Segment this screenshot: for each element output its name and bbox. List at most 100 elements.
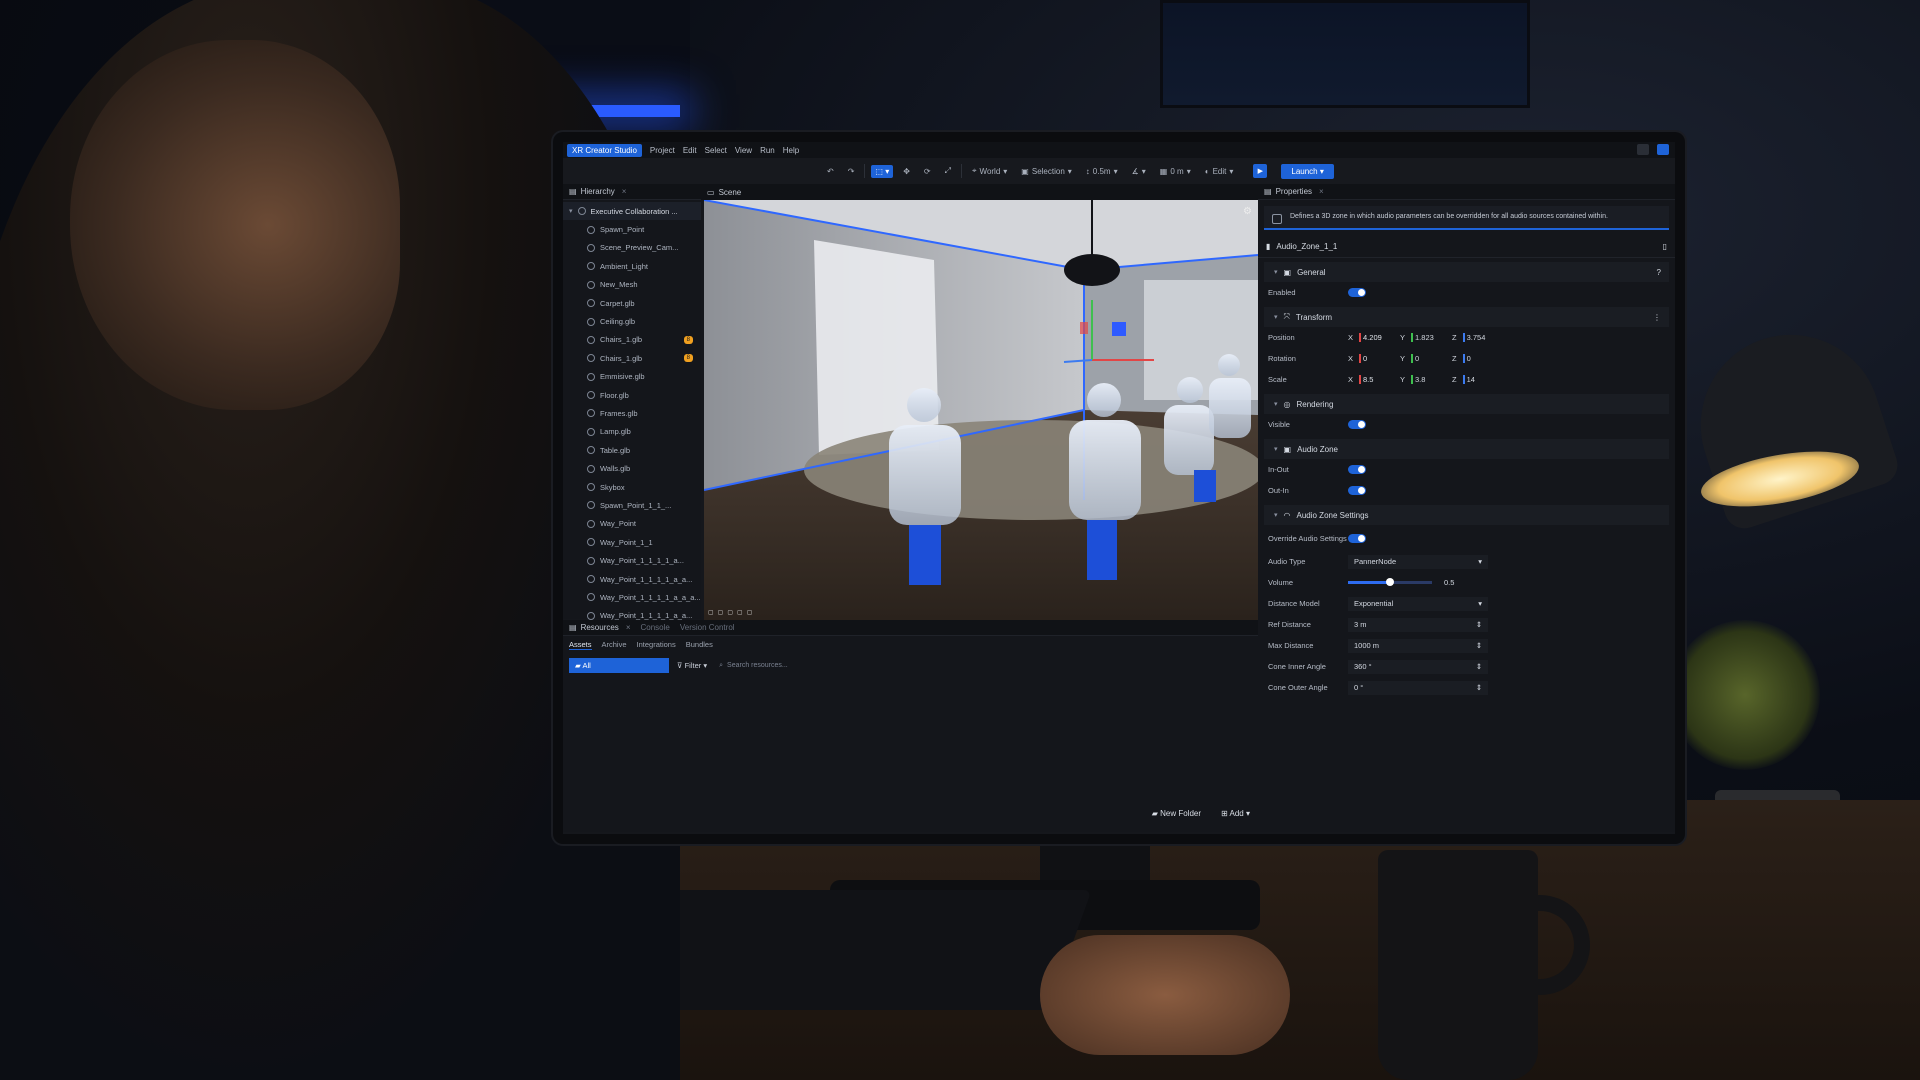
app-title[interactable]: XR Creator Studio xyxy=(567,143,642,157)
help-icon[interactable]: ? xyxy=(1657,268,1661,277)
stepper-icon[interactable]: ⇕ xyxy=(1476,641,1482,650)
viewport-option-icon[interactable]: ▢ xyxy=(737,609,743,616)
cone-inner-input[interactable]: 360 ° ⇕ xyxy=(1348,659,1488,674)
close-icon[interactable]: × xyxy=(626,623,631,632)
object-name[interactable]: Audio_Zone_1_1 xyxy=(1276,242,1337,251)
section-rendering[interactable]: ▾ ◎ Rendering xyxy=(1264,394,1669,414)
menu-view[interactable]: View xyxy=(735,146,752,155)
in-out-toggle[interactable] xyxy=(1348,465,1366,474)
redo-icon[interactable]: ↷ xyxy=(844,165,859,178)
audio-type-select[interactable]: PannerNode ▾ xyxy=(1348,554,1488,569)
enabled-toggle[interactable] xyxy=(1348,288,1366,297)
volume-slider-handle[interactable] xyxy=(1386,578,1394,586)
hierarchy-item[interactable]: Way_Point_1_1_1_1_a_a... xyxy=(563,570,701,588)
hierarchy-item[interactable]: New_Mesh xyxy=(563,276,701,294)
add-button[interactable]: ⊞ Add ▾ xyxy=(1221,809,1250,818)
rotation-y-field[interactable]: Y 0 xyxy=(1400,354,1448,363)
hierarchy-item[interactable]: Scene_Preview_Cam... xyxy=(563,239,701,257)
hierarchy-item[interactable]: Ambient_Light xyxy=(563,257,701,275)
angle-snap-dropdown[interactable]: ∡ ▾ xyxy=(1128,165,1150,178)
position-z-field[interactable]: Z 3.754 xyxy=(1452,333,1500,342)
hierarchy-item[interactable]: Emmisive.glb xyxy=(563,368,701,386)
section-transform[interactable]: ▾ ⤧ Transform ⋮ xyxy=(1264,307,1669,327)
tab-assets[interactable]: Assets xyxy=(569,640,592,650)
volume-value[interactable]: 0.5 xyxy=(1444,578,1454,587)
section-audio-zone-settings[interactable]: ▾ ◠ Audio Zone Settings xyxy=(1264,505,1669,525)
scene-viewport[interactable]: ⚙ ▢ ▢ ▢ ▢ ▢ xyxy=(704,200,1258,620)
tab-archive[interactable]: Archive xyxy=(602,640,627,650)
stepper-icon[interactable]: ⇕ xyxy=(1476,662,1482,671)
hierarchy-item[interactable]: Way_Point_1_1_1_1_a_a_a... xyxy=(563,588,701,606)
hierarchy-item[interactable]: Floor.glb xyxy=(563,386,701,404)
hierarchy-item[interactable]: Way_Point_1_1 xyxy=(563,533,701,551)
filter-button[interactable]: ⊽ Filter ▾ xyxy=(677,661,707,670)
hierarchy-item[interactable]: Table.glb xyxy=(563,441,701,459)
play-icon[interactable]: ▶ xyxy=(1253,164,1268,178)
close-icon[interactable]: × xyxy=(1319,187,1324,196)
viewport-option-icon[interactable]: ▢ xyxy=(718,609,724,616)
tab-integrations[interactable]: Integrations xyxy=(637,640,676,650)
hierarchy-item[interactable]: Spawn_Point xyxy=(563,220,701,238)
rotate-tool-icon[interactable]: ⟳ xyxy=(920,165,935,178)
override-toggle[interactable] xyxy=(1348,533,1366,543)
search-input[interactable]: ⌕ Search resources... xyxy=(715,659,835,673)
visible-toggle[interactable] xyxy=(1348,420,1366,429)
distance-model-select[interactable]: Exponential ▾ xyxy=(1348,596,1488,611)
menu-help[interactable]: Help xyxy=(783,146,799,155)
cone-outer-input[interactable]: 0 ° ⇕ xyxy=(1348,680,1488,695)
close-icon[interactable]: × xyxy=(622,187,627,196)
hierarchy-item[interactable]: Way_Point xyxy=(563,515,701,533)
scale-z-field[interactable]: Z 14 xyxy=(1452,375,1500,384)
gizmo-plane-handle[interactable] xyxy=(1080,322,1088,334)
rotation-z-field[interactable]: Z 0 xyxy=(1452,354,1500,363)
position-y-field[interactable]: Y 1.823 xyxy=(1400,333,1448,342)
hierarchy-item[interactable]: Way_Point_1_1_1_1_a... xyxy=(563,551,701,569)
section-audio-zone[interactable]: ▾ ▣ Audio Zone xyxy=(1264,439,1669,459)
menu-run[interactable]: Run xyxy=(760,146,775,155)
menu-project[interactable]: Project xyxy=(650,146,675,155)
hierarchy-item[interactable]: Lamp.glb xyxy=(563,423,701,441)
select-tool-icon[interactable]: ⬚ ▾ xyxy=(871,164,894,178)
rotation-x-field[interactable]: X 0 xyxy=(1348,354,1396,363)
max-distance-input[interactable]: 1000 m ⇕ xyxy=(1348,638,1488,653)
undo-icon[interactable]: ↶ xyxy=(823,165,838,178)
resources-tab[interactable]: Resources xyxy=(581,623,619,632)
account-icon[interactable] xyxy=(1657,144,1669,155)
hierarchy-item[interactable]: Carpet.glb xyxy=(563,294,701,312)
viewport-option-icon[interactable]: ▢ xyxy=(747,609,753,616)
grid-dropdown[interactable]: ▦ 0 m ▾ xyxy=(1156,165,1195,178)
hierarchy-item[interactable]: Frames.glb xyxy=(563,404,701,422)
scale-x-field[interactable]: X 8.5 xyxy=(1348,375,1396,384)
hierarchy-item[interactable]: Chairs_1.glb 8 xyxy=(563,349,701,367)
copy-icon[interactable]: ▯ xyxy=(1663,242,1667,251)
position-x-field[interactable]: X 4.209 xyxy=(1348,333,1396,342)
hierarchy-tab[interactable]: ▤ Hierarchy × xyxy=(563,184,701,200)
hierarchy-item[interactable]: Ceiling.glb xyxy=(563,312,701,330)
viewport-settings-icon[interactable]: ⚙ xyxy=(1243,206,1252,217)
scale-tool-icon[interactable]: ⤢ xyxy=(941,164,955,178)
launch-button[interactable]: Launch ▾ xyxy=(1281,163,1334,179)
stepper-icon[interactable]: ⇕ xyxy=(1476,683,1482,692)
move-tool-icon[interactable]: ✥ xyxy=(899,165,914,178)
hierarchy-item[interactable]: Skybox xyxy=(563,478,701,496)
folder-all[interactable]: ▰ All xyxy=(569,658,669,673)
share-icon[interactable] xyxy=(1637,144,1649,155)
viewport-option-icon[interactable]: ▢ xyxy=(727,609,733,616)
hierarchy-item[interactable]: Chairs_1.glb 8 xyxy=(563,331,701,349)
chevron-down-icon[interactable]: ▾ xyxy=(569,207,573,215)
hierarchy-item[interactable]: Walls.glb xyxy=(563,459,701,477)
stepper-icon[interactable]: ⇕ xyxy=(1476,620,1482,629)
snap-dropdown[interactable]: ↕ 0.5m ▾ xyxy=(1082,165,1122,178)
tab-bundles[interactable]: Bundles xyxy=(686,640,713,650)
section-general[interactable]: ▾ ▣ General ? xyxy=(1264,262,1669,282)
version-control-tab[interactable]: Version Control xyxy=(680,623,735,632)
new-folder-button[interactable]: ▰ New Folder xyxy=(1152,809,1201,818)
hierarchy-root[interactable]: ▾ Executive Collaboration ... xyxy=(563,202,701,221)
out-in-toggle[interactable] xyxy=(1348,486,1366,495)
volume-slider[interactable] xyxy=(1348,578,1432,586)
hierarchy-item[interactable]: Spawn_Point_1_1_... xyxy=(563,496,701,514)
menu-edit[interactable]: Edit xyxy=(683,146,697,155)
scale-y-field[interactable]: Y 3.8 xyxy=(1400,375,1448,384)
space-dropdown[interactable]: ⌖ World ▾ xyxy=(968,164,1011,178)
scene-tab[interactable]: ▭ Scene xyxy=(701,184,1258,200)
